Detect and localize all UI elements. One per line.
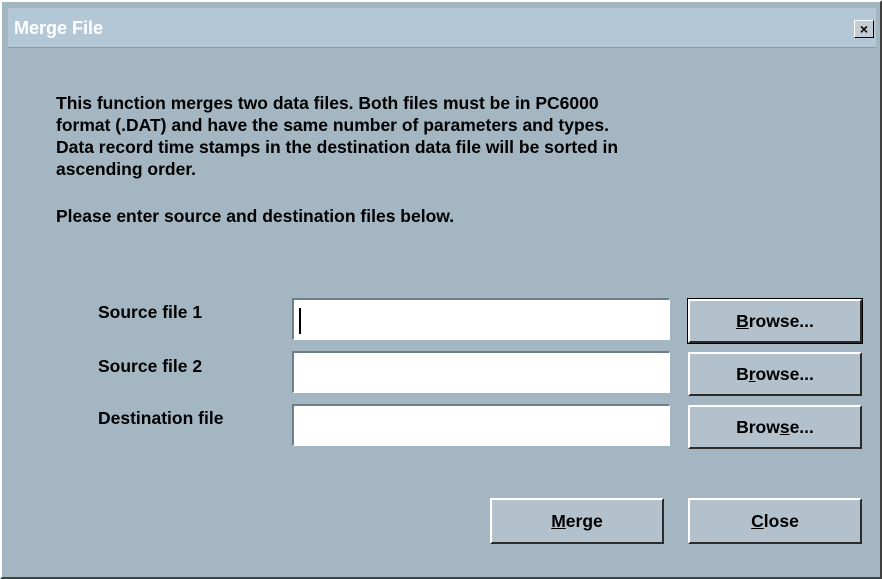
merge-file-dialog: Merge File × This function merges two da…	[0, 0, 882, 579]
merge-button[interactable]: Merge	[490, 498, 664, 544]
title-bar[interactable]: Merge File ×	[8, 8, 876, 48]
browse-source-1-button[interactable]: Browse...	[687, 298, 863, 344]
description-line: format (.DAT) and have the same number o…	[56, 115, 610, 135]
description-line: ascending order.	[56, 159, 197, 179]
dialog-title: Merge File	[14, 18, 104, 38]
button-label-part: rowse...	[748, 311, 814, 331]
button-label-part: owse...	[755, 364, 814, 384]
description-line: This function merges two data files. Bot…	[56, 93, 599, 113]
button-label-part: Brow	[736, 417, 780, 437]
close-button[interactable]: Close	[688, 498, 862, 544]
instruction-text: Please enter source and destination file…	[56, 206, 455, 226]
description-line: Data record time stamps in the destinati…	[56, 137, 619, 157]
text-caret	[299, 308, 301, 334]
mnemonic-letter: C	[751, 511, 764, 531]
mnemonic-letter: s	[779, 417, 790, 437]
mnemonic-letter: B	[736, 311, 749, 331]
button-label-part: lose	[763, 511, 799, 531]
button-label-part: e...	[789, 417, 814, 437]
destination-file-input[interactable]	[292, 404, 670, 446]
close-icon[interactable]: ×	[854, 20, 874, 38]
mnemonic-letter: r	[748, 364, 756, 384]
mnemonic-letter: M	[551, 511, 566, 531]
source-file-1-label: Source file 1	[98, 302, 203, 322]
destination-file-label: Destination file	[98, 408, 224, 428]
source-file-2-label: Source file 2	[98, 356, 203, 376]
button-label-part: B	[736, 364, 749, 384]
source-file-1-input[interactable]	[292, 298, 670, 340]
button-label-part: erge	[565, 511, 603, 531]
source-file-2-input[interactable]	[292, 351, 670, 393]
browse-source-2-button[interactable]: Browse...	[688, 352, 862, 396]
browse-destination-button[interactable]: Browse...	[688, 405, 862, 449]
description-text: This function merges two data files. Bot…	[56, 92, 836, 180]
